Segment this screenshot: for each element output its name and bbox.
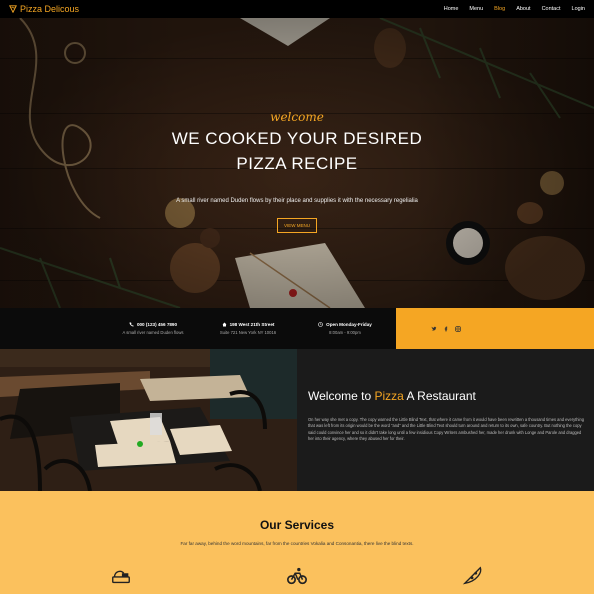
navbar: Pizza Delicous Home Menu Blog About Cont…: [0, 0, 594, 18]
info-address-title: 198 West 21th Street: [229, 322, 275, 327]
nav-about[interactable]: About: [516, 6, 530, 12]
about-title: Welcome to Pizza A Restaurant: [308, 389, 476, 403]
info-hours: Open Monday-Friday 8:00am - 9:00pm: [290, 322, 400, 335]
services-subtitle: Far far away, behind the word mountains,…: [180, 541, 414, 546]
info-bar: 000 (123) 456 7890 A small river named D…: [0, 308, 396, 349]
hero-welcome: welcome: [270, 110, 324, 124]
facebook-icon[interactable]: [443, 326, 449, 332]
food-icon: [112, 570, 130, 584]
pizza-icon: [462, 566, 482, 585]
about-title-post: A Restaurant: [403, 389, 476, 403]
services-section: Our Services Far far away, behind the wo…: [0, 491, 594, 594]
restaurant-photo: [0, 349, 297, 491]
location-icon: [222, 322, 227, 327]
hero-title-line2: PIZZA RECIPE: [236, 154, 358, 173]
about-body: On her way she met a copy. The copy warn…: [308, 417, 585, 441]
nav-blog[interactable]: Blog: [494, 6, 505, 12]
nav-contact[interactable]: Contact: [542, 6, 561, 12]
view-menu-button[interactable]: VIEW MENU: [277, 218, 317, 233]
info-phone-sub: A small river named Duden flows: [122, 330, 184, 335]
instagram-icon[interactable]: [455, 326, 461, 332]
info-hours-title: Open Monday-Friday: [326, 322, 372, 327]
info-phone: 000 (123) 456 7890 A small river named D…: [98, 322, 208, 335]
social-bar: [396, 308, 594, 349]
phone-icon: [129, 322, 134, 327]
about-section: Welcome to Pizza A Restaurant On her way…: [297, 349, 594, 491]
nav-links: Home Menu Blog About Contact Login: [433, 0, 585, 18]
bicycle-icon: [287, 567, 307, 585]
brand-name: Pizza Delicous: [20, 4, 80, 14]
about-title-highlight: Pizza: [374, 389, 404, 403]
services-title: Our Services: [259, 518, 335, 532]
brand-logo[interactable]: Pizza Delicous: [9, 4, 79, 14]
hero-title: WE COOKED YOUR DESIRED PIZZA RECIPE: [0, 126, 594, 176]
info-address: 198 West 21th Street Suite 721 New York …: [193, 322, 303, 335]
twitter-icon[interactable]: [431, 326, 437, 332]
nav-home[interactable]: Home: [444, 6, 459, 12]
clock-icon: [318, 322, 323, 327]
hero-section: welcome WE COOKED YOUR DESIRED PIZZA REC…: [0, 18, 594, 308]
nav-menu[interactable]: Menu: [469, 6, 483, 12]
hero-subtitle: A small river named Duden flows by their…: [176, 198, 418, 204]
restaurant-interior-image: [0, 349, 297, 491]
info-phone-title: 000 (123) 456 7890: [136, 322, 178, 327]
about-title-pre: Welcome to: [308, 389, 375, 403]
nav-login[interactable]: Login: [572, 6, 585, 12]
info-address-sub: Suite 721 New York NY 10016: [219, 330, 277, 335]
hero-title-line1: WE COOKED YOUR DESIRED: [171, 129, 423, 148]
pizza-logo-icon: [9, 5, 17, 13]
info-hours-sub: 8:00am - 9:00pm: [329, 330, 361, 335]
